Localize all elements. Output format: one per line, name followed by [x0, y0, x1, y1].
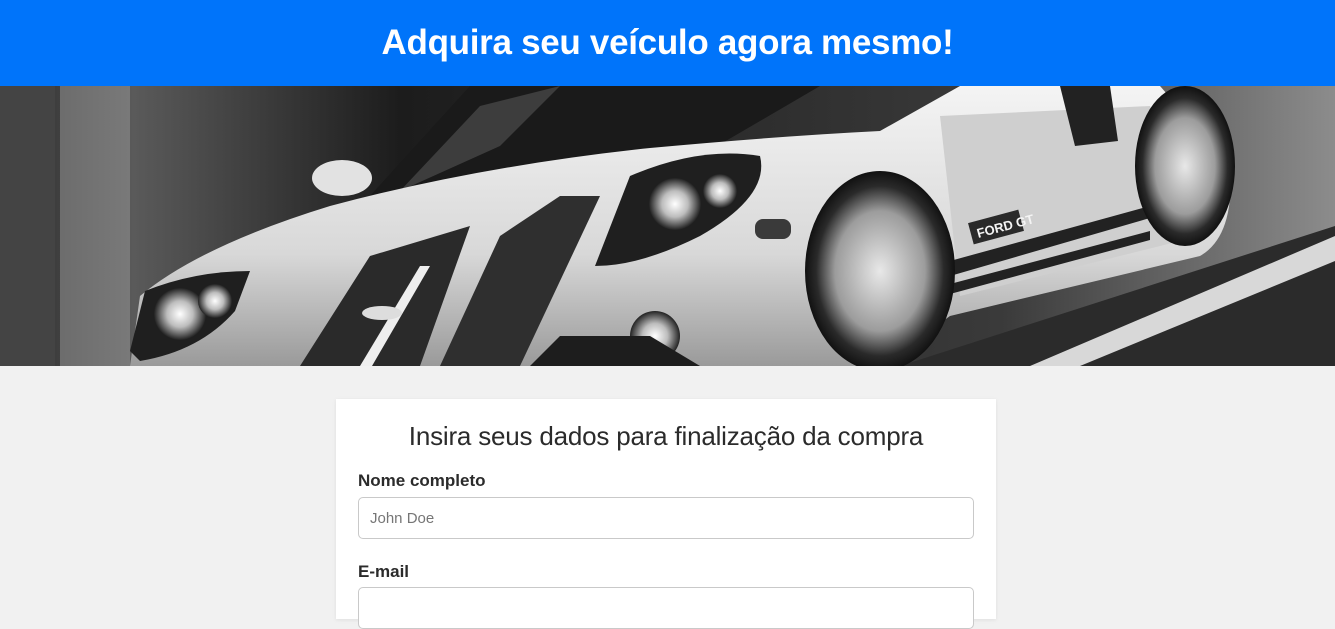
- full-name-input[interactable]: [358, 497, 974, 539]
- full-name-label: Nome completo: [358, 471, 486, 490]
- email-label: E-mail: [358, 562, 410, 581]
- purchase-form-card: Insira seus dados para finalização da co…: [336, 399, 996, 629]
- page-header: Adquira seu veículo agora mesmo!: [0, 0, 1335, 86]
- form-title: Insira seus dados para finalização da co…: [408, 421, 924, 451]
- page-title: Adquira seu veículo agora mesmo!: [381, 23, 954, 62]
- email-input[interactable]: [358, 587, 974, 629]
- hero-car-image: FORD GT: [0, 86, 1335, 366]
